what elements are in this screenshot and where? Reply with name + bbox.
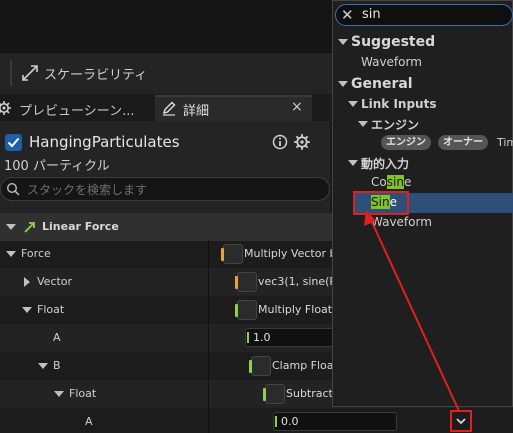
particle-count: 100 パーティクル — [4, 159, 110, 174]
param-label: Float — [37, 303, 65, 316]
dynamic-input-icon[interactable] — [249, 356, 271, 376]
tag-owner[interactable]: オーナー — [438, 135, 488, 150]
subcategory-dynamic-inputs[interactable]: 動的入力 — [361, 155, 409, 172]
number-field[interactable]: 0.0 — [273, 412, 397, 431]
chevron-down-icon — [456, 418, 466, 425]
gear-icon — [0, 101, 11, 115]
subcategory-engine[interactable]: エンジン — [371, 116, 419, 133]
tab-details-label[interactable]: 詳細 — [183, 100, 209, 119]
match-suffix: e — [403, 175, 412, 189]
param-value: Subtract — [286, 387, 333, 400]
collapse-arrow-icon[interactable] — [22, 307, 32, 313]
collapse-arrow-icon[interactable] — [338, 81, 348, 87]
dynamic-input-dropdown-button[interactable] — [450, 410, 472, 432]
collapse-arrow-icon[interactable] — [54, 391, 64, 397]
collapse-arrow-icon[interactable] — [6, 224, 16, 230]
number-field[interactable]: 1.0 — [245, 328, 334, 347]
param-value: vec3(1, sine(P — [258, 275, 334, 288]
collapse-arrow-icon[interactable] — [38, 363, 48, 369]
param-label: Float — [69, 387, 97, 400]
scalability-button-label[interactable]: スケーラビリティ — [44, 64, 147, 83]
param-value: Multiply Vector b — [244, 247, 334, 260]
emitter-enabled-checkbox[interactable] — [5, 134, 22, 151]
popup-search-query[interactable]: sin — [362, 7, 381, 22]
gear-icon[interactable] — [293, 133, 311, 151]
emitter-name: HangingParticulates — [29, 133, 180, 151]
dynamic-input-icon[interactable] — [235, 272, 257, 292]
table-row[interactable] — [0, 408, 513, 433]
tab-details[interactable] — [155, 95, 312, 121]
match-highlight: sin — [386, 175, 404, 189]
dynamic-input-icon[interactable] — [263, 384, 285, 404]
section-title: Linear Force — [42, 220, 119, 233]
force-arrow-icon — [24, 222, 35, 233]
category-general[interactable]: General — [351, 76, 413, 92]
clear-search-icon[interactable]: ✕ — [341, 6, 354, 24]
param-label: Force — [21, 247, 51, 260]
expand-arrow-icon[interactable] — [24, 277, 30, 287]
scalability-icon[interactable] — [20, 63, 40, 83]
info-icon[interactable] — [272, 134, 288, 150]
param-label: Vector — [37, 275, 73, 288]
collapse-arrow-icon[interactable] — [6, 251, 16, 257]
param-label: A — [85, 415, 93, 428]
dynamic-input-icon[interactable] — [235, 300, 257, 320]
collapse-arrow-icon[interactable] — [348, 101, 358, 107]
tag-engine[interactable]: エンジン — [381, 135, 431, 150]
pencil-icon — [162, 101, 176, 116]
collapse-arrow-icon[interactable] — [358, 121, 368, 127]
column-divider[interactable] — [208, 240, 209, 433]
list-item-cosine[interactable]: Cosine — [371, 175, 411, 189]
param-value: Multiply Float — [258, 303, 333, 316]
toolbar-separator — [10, 60, 12, 86]
param-label: B — [53, 359, 61, 372]
checkmark-icon — [7, 137, 20, 148]
dynamic-input-icon[interactable] — [221, 244, 243, 264]
list-item[interactable]: Waveform — [371, 215, 432, 229]
tab-preview-label[interactable]: プレビューシーン... — [19, 100, 135, 119]
list-item[interactable]: Waveform — [361, 55, 422, 69]
param-value: Clamp Float — [272, 359, 334, 372]
close-icon[interactable]: × — [291, 99, 303, 115]
category-suggested[interactable]: Suggested — [351, 34, 435, 50]
collapse-arrow-icon[interactable] — [338, 39, 348, 45]
tag-tim[interactable]: Tim — [497, 136, 513, 149]
stack-search-placeholder: スタックを検索します — [27, 183, 148, 197]
annotation-highlight-box — [353, 191, 409, 215]
param-label: A — [53, 331, 61, 344]
search-icon — [6, 182, 20, 196]
match-prefix: Co — [371, 175, 387, 189]
collapse-arrow-icon[interactable] — [348, 160, 358, 166]
subcategory-link-inputs[interactable]: Link Inputs — [361, 97, 436, 111]
